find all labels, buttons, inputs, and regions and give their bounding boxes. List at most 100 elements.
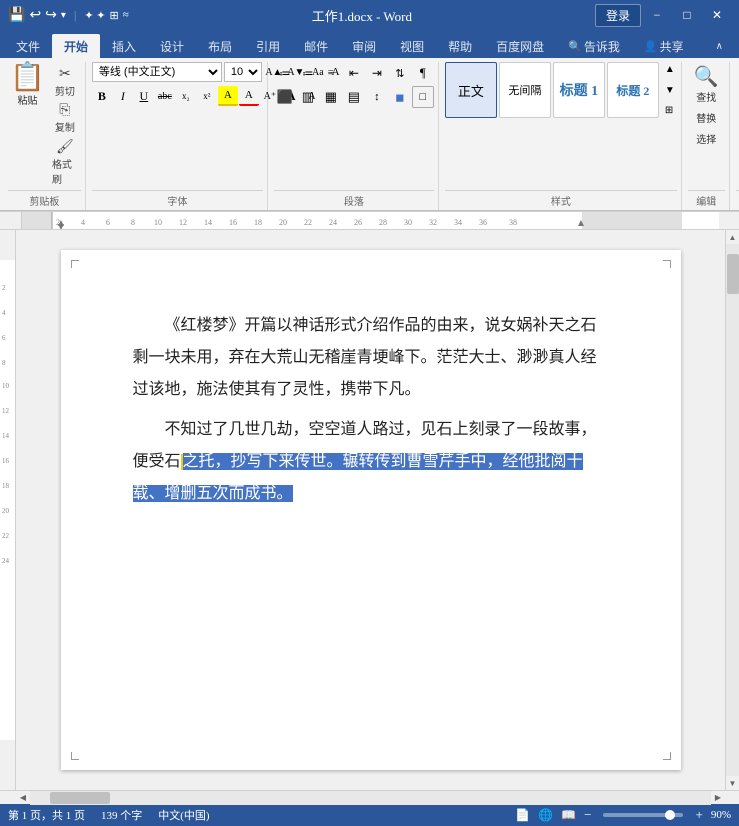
view-web-icon[interactable]: 🌐 [538, 808, 553, 823]
close-button[interactable]: ✕ [703, 4, 731, 26]
zoom-minus-button[interactable]: − [584, 807, 591, 823]
undo-icon[interactable]: ↩ [29, 7, 41, 24]
tab-insert[interactable]: 插入 [100, 34, 148, 58]
svg-text:6: 6 [106, 218, 110, 227]
style-normal[interactable]: 正文 [445, 62, 497, 118]
tab-layout[interactable]: 布局 [196, 34, 244, 58]
tab-home[interactable]: 开始 [52, 34, 100, 58]
style-no-space[interactable]: 无间隔 [499, 62, 551, 118]
find-icon: 🔍 [694, 64, 719, 89]
zoom-plus-button[interactable]: + [695, 807, 702, 823]
svg-text:14: 14 [2, 432, 10, 440]
find-button[interactable]: 🔍 查找 [688, 62, 725, 106]
ribbon-tab-bar: 文件 开始 插入 设计 布局 引用 邮件 审阅 视图 帮助 百度网盘 🔍 告诉我… [0, 30, 739, 58]
numbering-button[interactable]: ≔ [297, 62, 319, 84]
svg-text:8: 8 [2, 359, 6, 367]
superscript-button[interactable]: x² [197, 86, 217, 106]
line-spacing-button[interactable]: ↕ [366, 86, 388, 108]
increase-indent-button[interactable]: ⇥ [366, 62, 388, 84]
tab-file[interactable]: 文件 [4, 34, 52, 58]
subscript-button[interactable]: x₂ [176, 86, 196, 106]
cut-button[interactable]: ✂ 剪切 [49, 64, 81, 100]
scroll-thumb[interactable] [727, 254, 739, 294]
paste-button[interactable]: 📋 粘贴 [8, 62, 47, 109]
text-highlight-button[interactable]: A [218, 86, 238, 106]
multilevel-button[interactable]: ≡ [320, 62, 342, 84]
minimize-button[interactable]: − [643, 4, 671, 26]
login-button[interactable]: 登录 [595, 4, 641, 27]
select-button[interactable]: 选择 [690, 129, 722, 148]
style-group-label: 样式 [445, 190, 677, 208]
clipboard-secondary: ✂ 剪切 ⎘ 复制 🖌 格式刷 [49, 62, 81, 188]
tab-tell-me[interactable]: 🔍 告诉我 [556, 34, 632, 58]
italic-button[interactable]: I [113, 86, 133, 106]
show-hide-button[interactable]: ¶ [412, 62, 434, 84]
tab-references[interactable]: 引用 [244, 34, 292, 58]
font-name-select[interactable]: 等线 (中文正文) [92, 62, 222, 82]
restore-button[interactable]: □ [673, 4, 701, 26]
paragraph-group: ≔ ≔ ≡ ⇤ ⇥ ⇅ ¶ ⬛ ▥ ▦ ▤ ↕ ◼ □ 段落 [270, 62, 439, 210]
save-icon[interactable]: 💾 [8, 7, 25, 24]
underline-button[interactable]: U [134, 86, 154, 106]
corner-mark-tl [71, 260, 79, 268]
hscroll-left-button[interactable]: ◀ [16, 791, 30, 805]
format-painter-button[interactable]: 🖌 格式刷 [49, 137, 81, 188]
tab-design[interactable]: 设计 [148, 34, 196, 58]
strikethrough-button[interactable]: abc [155, 86, 175, 106]
font-color-button[interactable]: A [239, 86, 259, 106]
align-right-button[interactable]: ▦ [320, 86, 342, 108]
scroll-up-button[interactable]: ▲ [726, 230, 739, 244]
collapse-ribbon-button[interactable]: ∧ [704, 34, 735, 58]
font-size-select[interactable]: 10.5 [224, 62, 262, 82]
zoom-percent[interactable]: 90% [711, 809, 731, 821]
hscroll-right-button[interactable]: ▶ [711, 791, 725, 805]
copy-button[interactable]: ⎘ 复制 [49, 101, 81, 136]
style-scroll-up[interactable]: ▲ [663, 62, 677, 77]
svg-text:30: 30 [404, 218, 412, 227]
border-button[interactable]: □ [412, 86, 434, 108]
bold-button[interactable]: B [92, 86, 112, 106]
tab-baidu[interactable]: 百度网盘 [484, 34, 556, 58]
align-center-button[interactable]: ▥ [297, 86, 319, 108]
style-scroll-down[interactable]: ▼ [663, 83, 677, 98]
style-more[interactable]: ⊞ [663, 103, 677, 118]
hscroll-thumb[interactable] [50, 792, 110, 804]
font-group: 等线 (中文正文) 10.5 A▲ A▼ Aa A⃝ B I U abc x₂ [88, 62, 268, 210]
tab-share[interactable]: 👤 共享 [632, 34, 696, 58]
bullets-button[interactable]: ≔ [274, 62, 296, 84]
corner-mark-bl [71, 752, 79, 760]
save-group: ☁ 保存到百度网盘 保存 保存 [732, 62, 739, 210]
zoom-slider-thumb [665, 810, 675, 820]
decrease-indent-button[interactable]: ⇤ [343, 62, 365, 84]
svg-text:8: 8 [131, 218, 135, 227]
svg-text:18: 18 [2, 482, 10, 490]
tab-mailings[interactable]: 邮件 [292, 34, 340, 58]
window-controls: 登录 − □ ✕ [595, 4, 731, 27]
justify-button[interactable]: ▤ [343, 86, 365, 108]
style-heading2[interactable]: 标题 2 [607, 62, 659, 118]
tab-review[interactable]: 审阅 [340, 34, 388, 58]
shading-button[interactable]: ◼ [389, 86, 411, 108]
style-heading1[interactable]: 标题 1 [553, 62, 605, 118]
view-read-icon[interactable]: 📖 [561, 808, 576, 823]
font-group-label: 字体 [92, 190, 263, 208]
view-print-icon[interactable]: 📄 [515, 808, 530, 823]
scroll-down-button[interactable]: ▼ [726, 776, 739, 790]
clipboard-buttons: 📋 粘贴 ✂ 剪切 ⎘ 复制 🖌 格式刷 [8, 62, 81, 188]
replace-button[interactable]: 替换 [690, 108, 722, 127]
tab-view[interactable]: 视图 [388, 34, 436, 58]
document-scroll-area[interactable]: 《红楼梦》开篇以神话形式介绍作品的由来，说女娲补天之石剩一块未用，弃在大荒山无稽… [16, 230, 725, 790]
font-controls: 等线 (中文正文) 10.5 A▲ A▼ Aa A⃝ B I U abc x₂ [92, 62, 263, 188]
zoom-slider[interactable] [603, 813, 683, 817]
svg-text:38: 38 [509, 218, 517, 227]
sort-button[interactable]: ⇅ [389, 62, 411, 84]
paragraph-1[interactable]: 《红楼梦》开篇以神话形式介绍作品的由来，说女娲补天之石剩一块未用，弃在大荒山无稽… [133, 310, 609, 406]
replace-label: 替换 [696, 110, 716, 125]
tab-help[interactable]: 帮助 [436, 34, 484, 58]
align-left-button[interactable]: ⬛ [274, 86, 296, 108]
customize-icon[interactable]: ▾ [61, 10, 66, 21]
hscroll-track [30, 791, 711, 805]
paragraph-2[interactable]: 不知过了几世几劫，空空道人路过，见石上刻录了一段故事，便受石之托，抄写下来传世。… [133, 414, 609, 510]
redo-icon[interactable]: ↪ [45, 7, 57, 24]
svg-text:24: 24 [329, 218, 337, 227]
